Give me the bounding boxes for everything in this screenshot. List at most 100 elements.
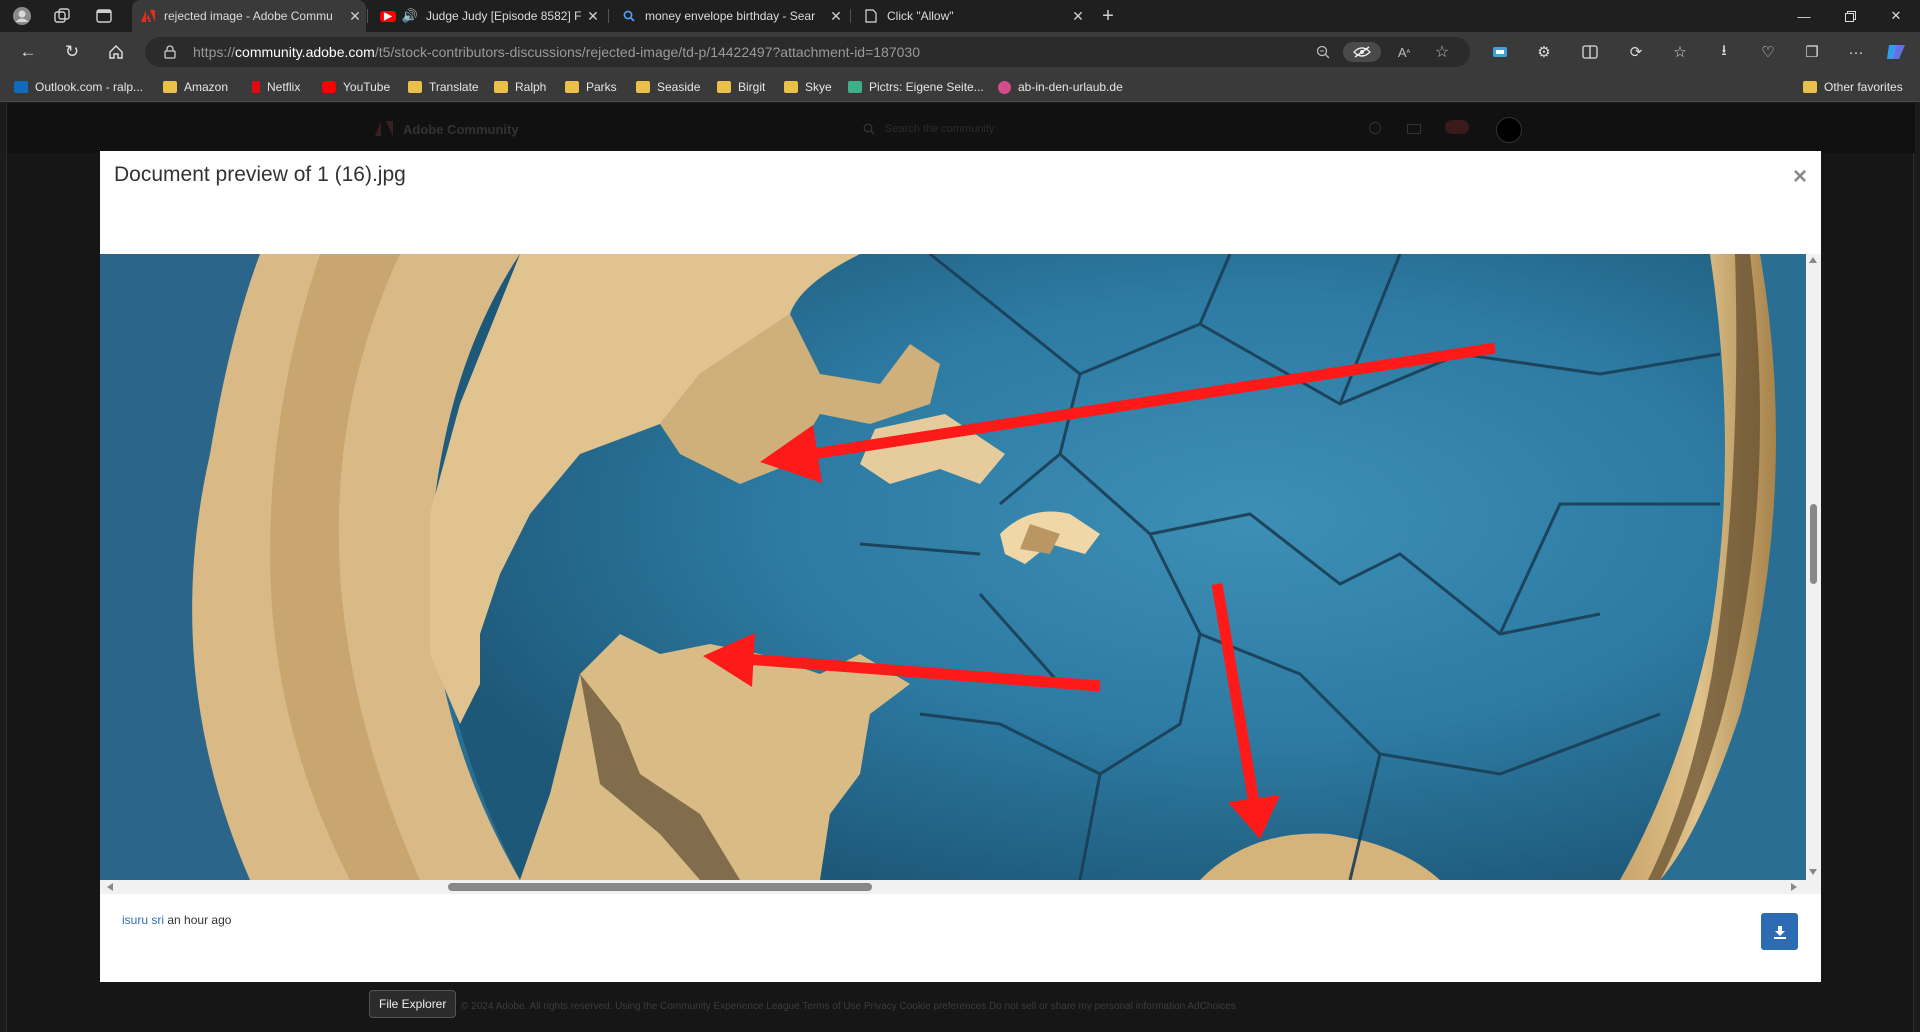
extension-icon[interactable] bbox=[1488, 41, 1512, 63]
favorite-amazon[interactable]: Amazon bbox=[163, 78, 228, 96]
community-search: Search the community bbox=[885, 123, 995, 135]
site-name: Adobe Community bbox=[403, 122, 519, 137]
tab-title: Judge Judy [Episode 8582] F bbox=[426, 9, 582, 23]
favorite-label: Amazon bbox=[184, 80, 229, 94]
favorites-icon[interactable]: ☆ bbox=[1668, 41, 1692, 63]
attachment-meta: isuru sri an hour ago bbox=[122, 913, 231, 927]
favorite-label: Pictrs: Eigene Seite... bbox=[869, 80, 984, 94]
read-aloud-icon[interactable]: Aᴬ bbox=[1393, 42, 1415, 62]
tab-divider bbox=[850, 9, 851, 23]
refresh-icon[interactable]: ↻ bbox=[58, 40, 86, 64]
horizontal-scrollbar[interactable] bbox=[100, 880, 1806, 894]
adobe-icon bbox=[140, 8, 156, 24]
tab-strip: rejected image - Adobe Commu ✕ ▶ 🔊 Judge… bbox=[0, 0, 1920, 32]
site-icon bbox=[998, 80, 1011, 94]
url-path: /t5/stock-contributors-discussions/rejec… bbox=[374, 44, 920, 60]
folder-icon bbox=[494, 81, 508, 93]
avatar bbox=[1496, 117, 1522, 143]
favorite-star-icon[interactable]: ☆ bbox=[1431, 42, 1453, 62]
url-domain: community.adobe.com bbox=[235, 44, 375, 60]
lock-icon[interactable] bbox=[159, 42, 181, 62]
close-tab-icon[interactable]: ✕ bbox=[1067, 8, 1089, 25]
favorite-label: Ralph bbox=[515, 80, 547, 94]
scroll-up-arrow-icon[interactable] bbox=[1809, 257, 1817, 263]
favorite-birgit[interactable]: Birgit bbox=[717, 78, 765, 96]
author-link[interactable]: isuru sri bbox=[122, 913, 164, 927]
netflix-icon bbox=[252, 81, 260, 93]
url-scheme: https:// bbox=[193, 44, 236, 60]
home-icon[interactable] bbox=[102, 40, 130, 64]
browser-toolbar: ← ↻ https://community.adobe.com/t5/stock… bbox=[0, 32, 1920, 72]
workspaces-icon[interactable] bbox=[52, 6, 72, 26]
youtube-icon bbox=[322, 81, 336, 93]
folder-icon bbox=[784, 81, 798, 93]
scroll-left-arrow-icon[interactable] bbox=[107, 883, 113, 891]
tab-title: Click "Allow" bbox=[887, 9, 954, 23]
tab-divider bbox=[608, 9, 609, 23]
download-button[interactable] bbox=[1761, 913, 1798, 950]
favorite-skye[interactable]: Skye bbox=[784, 78, 832, 96]
horizontal-scroll-thumb[interactable] bbox=[448, 883, 872, 891]
tab-rejected-image[interactable]: rejected image - Adobe Commu ✕ bbox=[132, 0, 366, 32]
restore-icon[interactable] bbox=[1827, 0, 1873, 32]
split-screen-icon[interactable] bbox=[1578, 41, 1602, 63]
copilot-icon[interactable] bbox=[1884, 41, 1908, 63]
download-icon bbox=[1773, 925, 1786, 939]
favorite-label: Outlook.com - ralp... bbox=[35, 80, 144, 94]
minimize-icon[interactable]: — bbox=[1781, 0, 1827, 32]
collections-icon[interactable]: ❐ bbox=[1800, 41, 1824, 63]
favorite-translate[interactable]: Translate bbox=[408, 78, 479, 96]
vertical-tabs-icon[interactable] bbox=[94, 6, 114, 26]
folder-icon bbox=[408, 81, 422, 93]
speaker-icon[interactable]: 🔊 bbox=[402, 8, 418, 24]
favorite-pictrs[interactable]: Pictrs: Eigene Seite... bbox=[848, 78, 984, 96]
page-icon bbox=[863, 8, 879, 24]
favorite-label: Skye bbox=[805, 80, 832, 94]
pictrs-icon bbox=[848, 81, 862, 93]
close-tab-icon[interactable]: ✕ bbox=[344, 8, 366, 25]
address-bar[interactable]: https://community.adobe.com/t5/stock-con… bbox=[145, 37, 1470, 67]
scroll-down-arrow-icon[interactable] bbox=[1809, 869, 1817, 875]
tab-click-allow[interactable]: Click "Allow" ✕ bbox=[855, 0, 1089, 32]
browser-essentials-icon[interactable]: ♡ bbox=[1756, 41, 1780, 63]
mail-icon bbox=[1407, 124, 1421, 134]
back-icon[interactable]: ← bbox=[14, 40, 42, 64]
image-viewer[interactable] bbox=[100, 254, 1821, 894]
close-window-icon[interactable]: ✕ bbox=[1873, 0, 1919, 32]
vertical-scrollbar[interactable] bbox=[1806, 254, 1821, 880]
favorite-ralph[interactable]: Ralph bbox=[494, 78, 546, 96]
favorite-outlook[interactable]: Outlook.com - ralp... bbox=[14, 78, 143, 96]
profile-avatar-icon[interactable] bbox=[12, 6, 32, 26]
tab-title: money envelope birthday - Sear bbox=[645, 9, 816, 23]
favorite-parks[interactable]: Parks bbox=[565, 78, 617, 96]
downloads-icon[interactable]: ⭳ bbox=[1712, 41, 1736, 63]
close-icon[interactable]: × bbox=[1793, 163, 1807, 191]
tab-money-envelope[interactable]: money envelope birthday - Sear ✕ bbox=[613, 0, 847, 32]
favorite-seaside[interactable]: Seaside bbox=[636, 78, 700, 96]
tab-title: rejected image - Adobe Commu bbox=[164, 9, 333, 23]
new-tab-icon[interactable]: + bbox=[1098, 5, 1118, 27]
vertical-scroll-thumb[interactable] bbox=[1810, 504, 1817, 584]
favorite-label: Netflix bbox=[267, 80, 301, 94]
tracking-prevention-icon[interactable] bbox=[1343, 42, 1381, 62]
search-icon bbox=[621, 8, 637, 24]
zoom-icon[interactable] bbox=[1312, 42, 1334, 62]
favorite-youtube[interactable]: YouTube bbox=[322, 78, 390, 96]
favorite-netflix[interactable]: Netflix bbox=[249, 78, 300, 96]
favorite-label: YouTube bbox=[343, 80, 391, 94]
search-icon bbox=[863, 123, 875, 135]
url-text[interactable]: https://community.adobe.com/t5/stock-con… bbox=[193, 44, 920, 60]
extensions-puzzle-icon[interactable]: ⚙ bbox=[1532, 41, 1556, 63]
favorite-ab-in-den-urlaub[interactable]: ab-in-den-urlaub.de bbox=[998, 78, 1123, 96]
other-favorites[interactable]: Other favorites bbox=[1803, 78, 1903, 96]
tab-divider bbox=[367, 9, 368, 23]
youtube-icon: ▶ bbox=[380, 10, 396, 22]
more-menu-icon[interactable]: ··· bbox=[1844, 41, 1868, 63]
notifications-icon bbox=[1445, 120, 1469, 134]
scroll-right-arrow-icon[interactable] bbox=[1791, 883, 1797, 891]
sync-icon[interactable]: ⟳ bbox=[1624, 41, 1648, 63]
tab-judge-judy[interactable]: ▶ 🔊 Judge Judy [Episode 8582] F ✕ bbox=[372, 0, 604, 32]
close-tab-icon[interactable]: ✕ bbox=[582, 8, 604, 25]
close-tab-icon[interactable]: ✕ bbox=[825, 8, 847, 25]
folder-icon bbox=[565, 81, 579, 93]
